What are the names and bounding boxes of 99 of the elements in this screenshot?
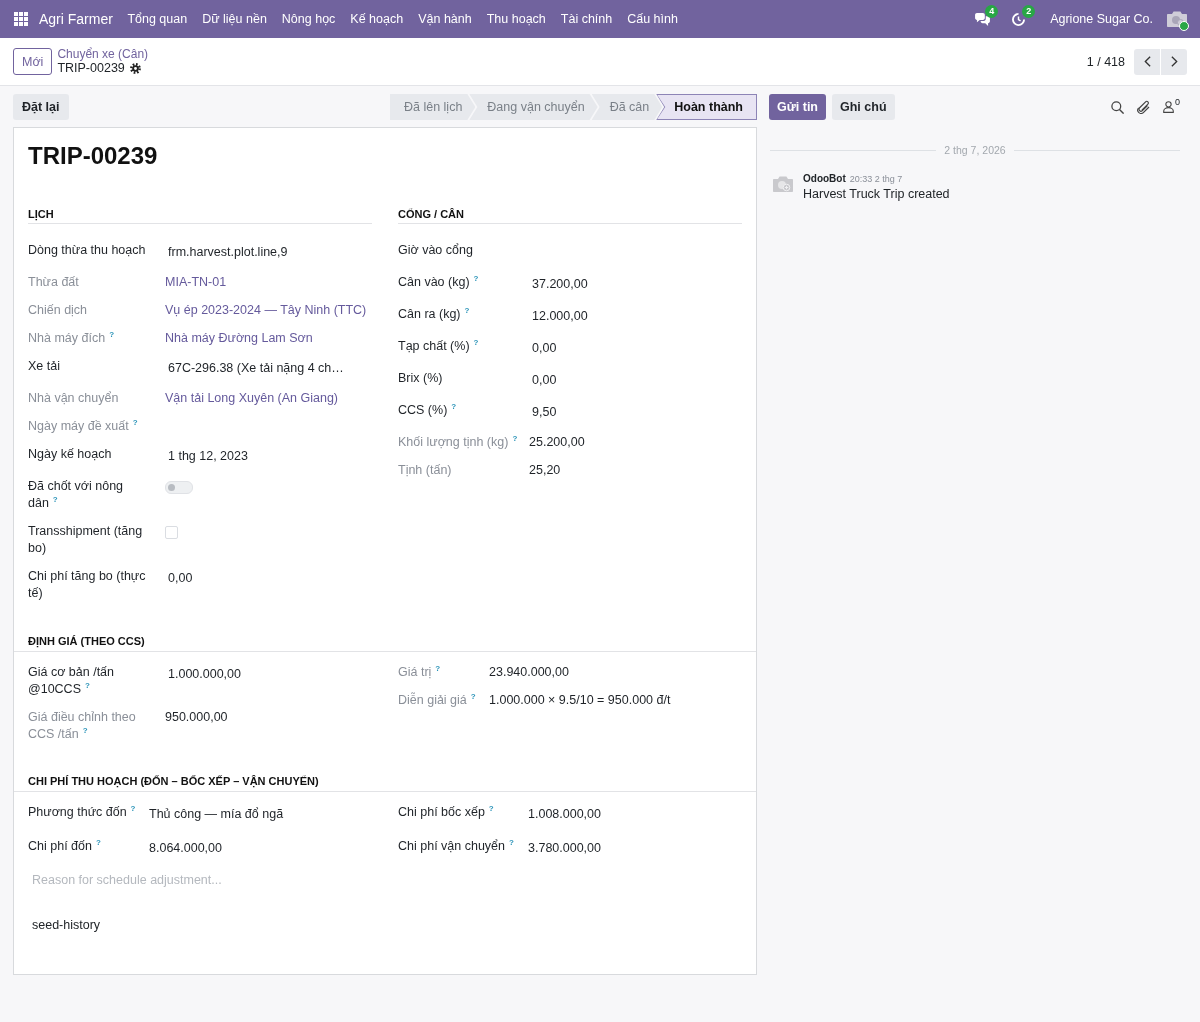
field-label: Thừa đất bbox=[28, 274, 79, 291]
stage-button[interactable]: Đã cân bbox=[591, 94, 663, 120]
field-label: Nhà vận chuyển bbox=[28, 390, 119, 407]
section-title: CỔNG / CÂN bbox=[398, 207, 742, 224]
clock-icon[interactable] bbox=[1012, 12, 1026, 26]
chatter-button[interactable]: Ghi chú bbox=[832, 94, 895, 120]
input-field[interactable]: 67C-296.38 (Xe tải nặng 4 ch… bbox=[165, 358, 347, 379]
input-field[interactable]: 1.000.000,00 bbox=[165, 664, 244, 685]
message-author: OdooBot bbox=[803, 172, 846, 185]
field-value: 25.200,00 bbox=[529, 434, 585, 451]
input-field[interactable]: 1 thg 12, 2023 bbox=[165, 446, 251, 467]
field-label: Giờ vào cổng bbox=[398, 242, 473, 259]
field-value: 25,20 bbox=[529, 462, 561, 479]
field-label: Brix (%) bbox=[398, 370, 443, 387]
notification-badge: 2 bbox=[1022, 4, 1036, 18]
field-label: Chi phí đốn$^{?}$ bbox=[28, 838, 101, 855]
menu-item[interactable]: Vận hành bbox=[410, 12, 480, 26]
link-value[interactable]: MIA-TN-01 bbox=[165, 274, 227, 291]
checkbox[interactable] bbox=[165, 526, 178, 539]
reset-button[interactable]: Đặt lại bbox=[13, 94, 69, 120]
input-field[interactable]: 0,00 bbox=[165, 568, 196, 589]
camera-icon bbox=[772, 175, 794, 193]
field-label: Ngày kế hoạch bbox=[28, 446, 112, 463]
input-field[interactable]: 0,00 bbox=[529, 370, 560, 391]
company-name[interactable]: Agrione Sugar Co. bbox=[1050, 12, 1153, 26]
field-label: Tịnh (tấn) bbox=[398, 462, 452, 479]
menu-item[interactable]: Cấu hình bbox=[619, 12, 686, 26]
input-field[interactable]: 9,50 bbox=[529, 402, 560, 423]
notification-badge: 4 bbox=[985, 4, 999, 18]
field-label: Nhà máy đích$^{?}$ bbox=[28, 330, 114, 347]
input-field[interactable]: Thủ công — mía đổ ngã bbox=[146, 804, 287, 825]
notes-field[interactable]: Reason for schedule adjustment... bbox=[28, 870, 742, 890]
field-label: Cân vào (kg)$^{?}$ bbox=[398, 274, 479, 291]
record-title: TRIP-00239 bbox=[28, 142, 159, 170]
date-separator: 2 thg 7, 2026 bbox=[943, 143, 1007, 157]
toggle-switch[interactable] bbox=[165, 481, 193, 494]
input-field[interactable]: 3.780.000,00 bbox=[525, 838, 604, 859]
field-label: Giá cơ bản /tấn @10CCS$^{?}$ bbox=[28, 664, 116, 698]
gear-icon[interactable] bbox=[129, 63, 141, 74]
input-field[interactable]: 37.200,00 bbox=[529, 274, 591, 295]
record-name: TRIP-00239 bbox=[57, 61, 125, 76]
menu-item[interactable]: Dữ liệu nền bbox=[194, 12, 275, 26]
chevron-left-icon bbox=[1143, 56, 1151, 67]
section-title: LỊCH bbox=[28, 207, 372, 224]
field-label: Chi phí bốc xếp$^{?}$ bbox=[398, 804, 494, 821]
field-label: Đã chốt với nông dân$^{?}$ bbox=[28, 478, 125, 512]
breadcrumb-link[interactable]: Chuyển xe (Cân) bbox=[57, 47, 149, 61]
app-name[interactable]: Agri Farmer bbox=[39, 11, 113, 27]
field-label: Khối lượng tịnh (kg)$^{?}$ bbox=[398, 434, 518, 451]
field-label: Tạp chất (%)$^{?}$ bbox=[398, 338, 479, 355]
field-label: CCS (%)$^{?}$ bbox=[398, 402, 457, 419]
chatter-button[interactable]: Gửi tin bbox=[769, 94, 826, 120]
user-icon[interactable] bbox=[1163, 101, 1174, 113]
field-label: Cân ra (kg)$^{?}$ bbox=[398, 306, 470, 323]
follower-count: 0 bbox=[1175, 98, 1180, 107]
field-label: Diễn giải giá$^{?}$ bbox=[398, 692, 476, 709]
input-field[interactable]: 8.064.000,00 bbox=[146, 838, 225, 859]
message-text: Harvest Truck Trip created bbox=[803, 186, 950, 203]
field-label: Chiến dịch bbox=[28, 302, 88, 319]
history-text: seed-history bbox=[32, 917, 101, 934]
menu-item[interactable]: Thu hoạch bbox=[479, 12, 554, 26]
input-field[interactable]: 0,00 bbox=[529, 338, 560, 359]
apps-grid-icon[interactable] bbox=[14, 12, 28, 26]
field-label: Chi phí tăng bo (thực tế) bbox=[28, 568, 147, 602]
previous-button[interactable] bbox=[1134, 48, 1160, 75]
menu-item[interactable]: Nông học bbox=[274, 12, 343, 26]
search-icon[interactable] bbox=[1111, 100, 1124, 114]
stage-button[interactable]: Hoàn thành bbox=[656, 94, 757, 120]
pager-counter: 1 / 418 bbox=[1086, 54, 1125, 69]
link-value[interactable]: Vụ ép 2023-2024 — Tây Ninh (TTC) bbox=[165, 302, 367, 319]
field-label: Transshipment (tăng bo) bbox=[28, 523, 144, 557]
input-field[interactable]: frm.harvest.plot.line,9 bbox=[165, 242, 291, 263]
chevron-right-icon bbox=[1170, 56, 1178, 67]
field-label: Xe tải bbox=[28, 358, 60, 375]
field-label: Chi phí vận chuyển$^{?}$ bbox=[398, 838, 514, 855]
field-label: Dòng thừa thu hoạch bbox=[28, 242, 146, 259]
stage-button[interactable]: Đã lên lịch bbox=[389, 94, 476, 120]
field-value: 950.000,00 bbox=[165, 709, 228, 726]
field-value: 23.940.000,00 bbox=[489, 664, 569, 681]
section-title: CHI PHÍ THU HOẠCH (ĐỐN – BỐC XẾP – VẬN CHUYỂN) bbox=[14, 774, 756, 792]
field-label: Giá điều chỉnh theo CCS /tấn$^{?}$ bbox=[28, 709, 137, 743]
message-time: 20:33 2 thg 7 bbox=[849, 174, 903, 184]
next-button[interactable] bbox=[1161, 48, 1187, 75]
menu-item[interactable]: Kế hoạch bbox=[342, 12, 411, 26]
link-value[interactable]: Vận tải Long Xuyên (An Giang) bbox=[165, 390, 339, 407]
menu-item[interactable]: Tài chính bbox=[553, 12, 620, 26]
chat-bubbles-icon[interactable] bbox=[975, 12, 991, 26]
input-field[interactable]: 1.008.000,00 bbox=[525, 804, 604, 825]
field-label: Ngày máy đề xuất$^{?}$ bbox=[28, 418, 138, 435]
field-label: Phương thức đốn$^{?}$ bbox=[28, 804, 136, 821]
menu-item[interactable]: Tổng quan bbox=[119, 12, 195, 26]
field-label: Giá trị$^{?}$ bbox=[398, 664, 441, 681]
field-value: 1.000.000 × 9.5/10 = 950.000 đ/t bbox=[489, 692, 671, 709]
new-button[interactable]: Mới bbox=[13, 48, 53, 75]
input-field[interactable]: 12.000,00 bbox=[529, 306, 591, 327]
link-value[interactable]: Nhà máy Đường Lam Sơn bbox=[165, 330, 313, 347]
section-title: ĐỊNH GIÁ (THEO CCS) bbox=[14, 634, 756, 652]
stage-button[interactable]: Đang vận chuyển bbox=[469, 94, 598, 120]
paperclip-icon[interactable] bbox=[1137, 100, 1150, 114]
